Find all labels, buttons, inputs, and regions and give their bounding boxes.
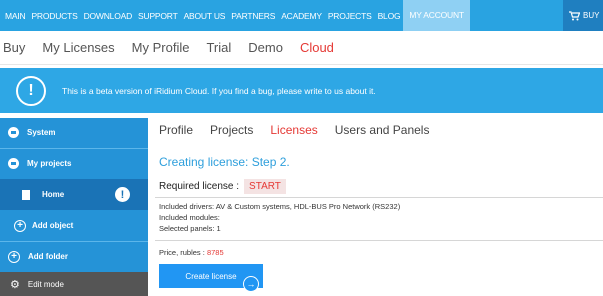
license-details: Included drivers: AV & Custom systems, H… (159, 201, 400, 234)
nav-about-us[interactable]: ABOUT US (181, 11, 229, 21)
subnav-cloud[interactable]: Cloud (300, 40, 334, 55)
sidebar-item-system[interactable]: System (0, 118, 148, 147)
subnav-my-profile[interactable]: My Profile (132, 40, 190, 55)
sidebar-item-my-projects[interactable]: My projects (0, 148, 148, 178)
included-drivers: Included drivers: AV & Custom systems, H… (159, 202, 401, 211)
buy-cart-button[interactable]: BUY (563, 0, 603, 31)
edit-mode-label: Edit mode (27, 279, 64, 289)
divider (155, 197, 603, 198)
create-license-button[interactable]: Create license → (159, 264, 263, 292)
info-alert-icon: ! (16, 75, 46, 106)
document-icon (22, 189, 30, 200)
account-subnav: Buy My Licenses My Profile Trial Demo Cl… (0, 31, 603, 65)
nav-academy[interactable]: ACADEMY (278, 11, 325, 21)
nav-my-account[interactable]: MY ACCOUNT (403, 0, 470, 31)
plus-circle-icon: + (8, 250, 20, 263)
required-license-row: Required license : START (159, 179, 286, 194)
selected-panels: Selected panels: 1 (159, 224, 221, 233)
nav-products[interactable]: PRODUCTS (28, 11, 80, 21)
plus-circle-icon: + (14, 219, 26, 232)
tab-projects[interactable]: Projects (210, 123, 253, 137)
sidebar-item-label: Add folder (28, 252, 68, 261)
divider (155, 240, 603, 241)
sidebar-item-add-object[interactable]: + Add object (0, 211, 148, 240)
top-navigation: MAIN PRODUCTS DOWNLOAD SUPPORT ABOUT US … (0, 0, 603, 31)
collapse-icon (8, 127, 19, 138)
tab-users-and-panels[interactable]: Users and Panels (335, 123, 430, 137)
sidebar-item-label: System (27, 128, 56, 137)
subnav-buy[interactable]: Buy (3, 40, 25, 55)
price-row: Price, rubles : 8785 (159, 248, 224, 257)
nav-support[interactable]: SUPPORT (135, 11, 181, 21)
tab-profile[interactable]: Profile (159, 123, 193, 137)
sidebar-item-label: Home (42, 190, 65, 199)
nav-projects[interactable]: PROJECTS (325, 11, 375, 21)
warning-icon: ! (115, 187, 130, 202)
sidebar-item-home[interactable]: Home ! (0, 179, 148, 210)
gear-icon: ⚙ (10, 278, 20, 291)
nav-partners[interactable]: PARTNERS (228, 11, 278, 21)
subnav-my-licenses[interactable]: My Licenses (42, 40, 114, 55)
required-license-value: START (244, 179, 286, 194)
cart-icon (569, 10, 580, 20)
sidebar: System My projects Home ! + Add object +… (0, 118, 148, 296)
beta-banner-text: This is a beta version of iRidium Cloud.… (62, 85, 376, 96)
cloud-tabs: Profile Projects Licenses Users and Pane… (159, 123, 446, 137)
required-license-label: Required license : (159, 181, 240, 192)
nav-blog[interactable]: BLOG (375, 11, 404, 21)
price-value: 8785 (206, 248, 224, 257)
collapse-icon (8, 158, 19, 169)
subnav-demo[interactable]: Demo (248, 40, 283, 55)
step-title: Creating license: Step 2. (159, 155, 290, 169)
edit-mode-toggle[interactable]: ⚙ Edit mode (0, 272, 148, 296)
nav-main[interactable]: MAIN (0, 11, 28, 21)
create-license-label: Create license (185, 271, 237, 281)
arrow-right-icon: → (243, 276, 259, 292)
sidebar-item-label: My projects (27, 159, 72, 168)
included-modules: Included modules: (159, 213, 220, 222)
nav-download[interactable]: DOWNLOAD (81, 11, 135, 21)
sidebar-item-label: Add object (32, 221, 74, 230)
subnav-trial[interactable]: Trial (206, 40, 231, 55)
beta-banner: ! This is a beta version of iRidium Clou… (0, 68, 603, 113)
tab-licenses[interactable]: Licenses (270, 123, 317, 137)
cart-label: BUY (583, 11, 600, 20)
sidebar-item-add-folder[interactable]: + Add folder (0, 241, 148, 271)
price-label: Price, rubles : (159, 248, 205, 257)
